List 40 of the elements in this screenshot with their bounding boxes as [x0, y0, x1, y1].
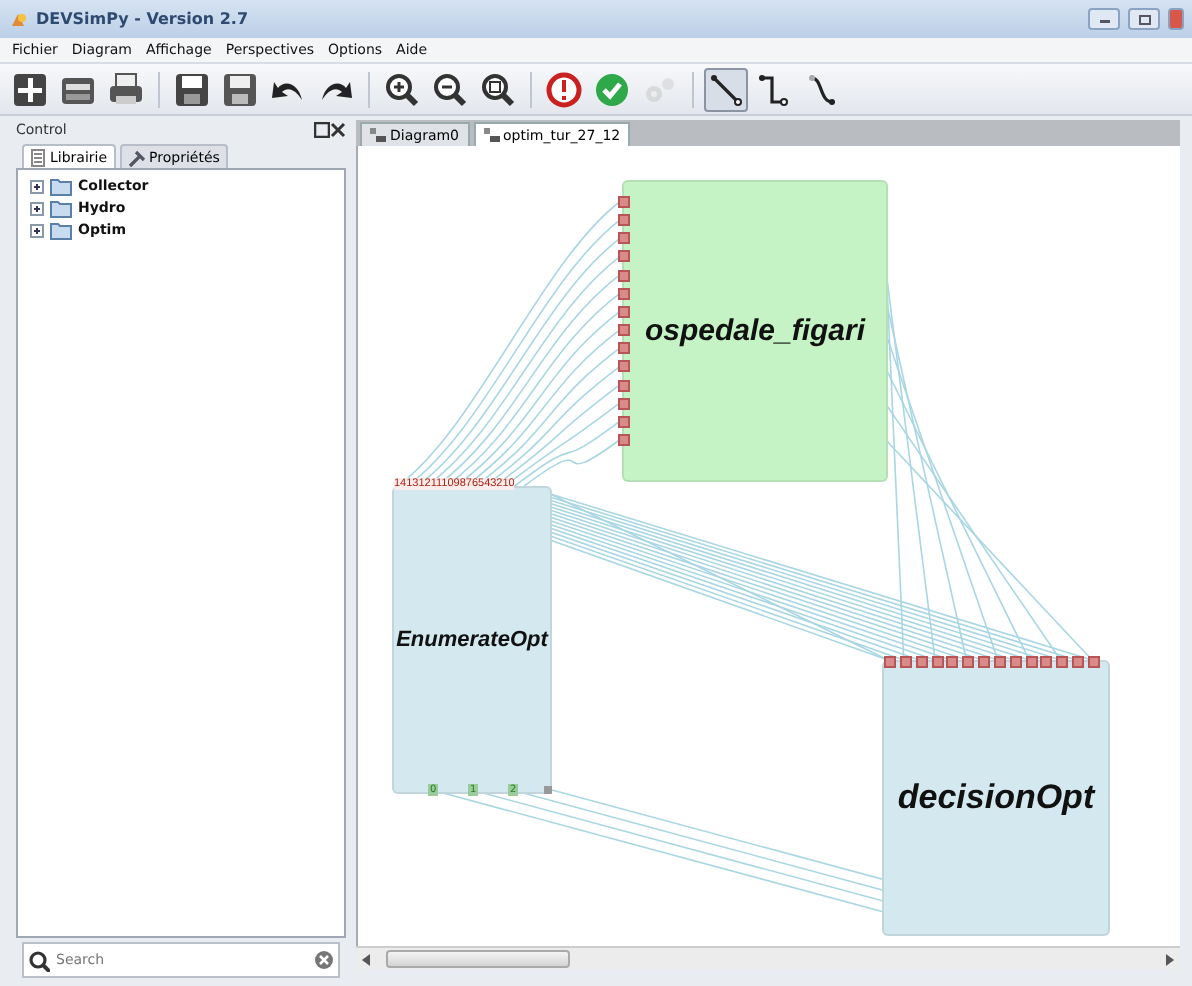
- plus-icon: [12, 71, 48, 107]
- diagram-icon: [370, 128, 386, 142]
- scroll-right-icon: [1166, 953, 1174, 965]
- zoom-out-icon: [432, 71, 468, 107]
- zoom-fit-icon: [480, 71, 516, 107]
- horizontal-scrollbar[interactable]: [356, 946, 1180, 970]
- window-title: DEVSimPy - Version 2.7: [36, 10, 249, 28]
- diagram-icon: [483, 128, 500, 142]
- check-icon: [594, 71, 630, 107]
- maximize-icon: [1137, 13, 1151, 25]
- minimize-button[interactable]: [1088, 8, 1120, 30]
- printer-icon: [108, 71, 144, 107]
- expander[interactable]: [30, 179, 44, 193]
- warning-icon: [546, 71, 582, 107]
- zoom-in-icon: [384, 71, 420, 107]
- plus-icon: [30, 223, 44, 237]
- model-block[interactable]: ospedale_figari: [622, 180, 888, 482]
- straight-line-icon: [708, 71, 744, 107]
- scroll-thumb[interactable]: [386, 950, 570, 968]
- plus-icon: [30, 179, 44, 193]
- plus-icon: [30, 201, 44, 215]
- dock-icon: [314, 122, 330, 138]
- clear-icon: [314, 950, 334, 970]
- block-label: EnumerateOpt: [396, 628, 548, 652]
- block-label: ospedale_figari: [644, 314, 866, 348]
- close-button[interactable]: [330, 122, 346, 138]
- toolbar-button[interactable]: [704, 67, 748, 111]
- search-icon: [28, 949, 50, 971]
- elbow-line-icon: [756, 71, 792, 107]
- scroll-left-icon: [362, 953, 370, 965]
- app-icon: [8, 9, 28, 29]
- close-icon: [330, 122, 346, 138]
- expander[interactable]: [30, 223, 44, 237]
- tools-icon: [127, 147, 146, 167]
- block-label: decisionOpt: [897, 778, 1095, 818]
- maximize-button[interactable]: [1128, 8, 1160, 30]
- expander[interactable]: [30, 201, 44, 215]
- model-block[interactable]: decisionOpt: [882, 660, 1110, 936]
- clear-button[interactable]: [314, 950, 334, 970]
- curved-line-icon: [804, 71, 840, 107]
